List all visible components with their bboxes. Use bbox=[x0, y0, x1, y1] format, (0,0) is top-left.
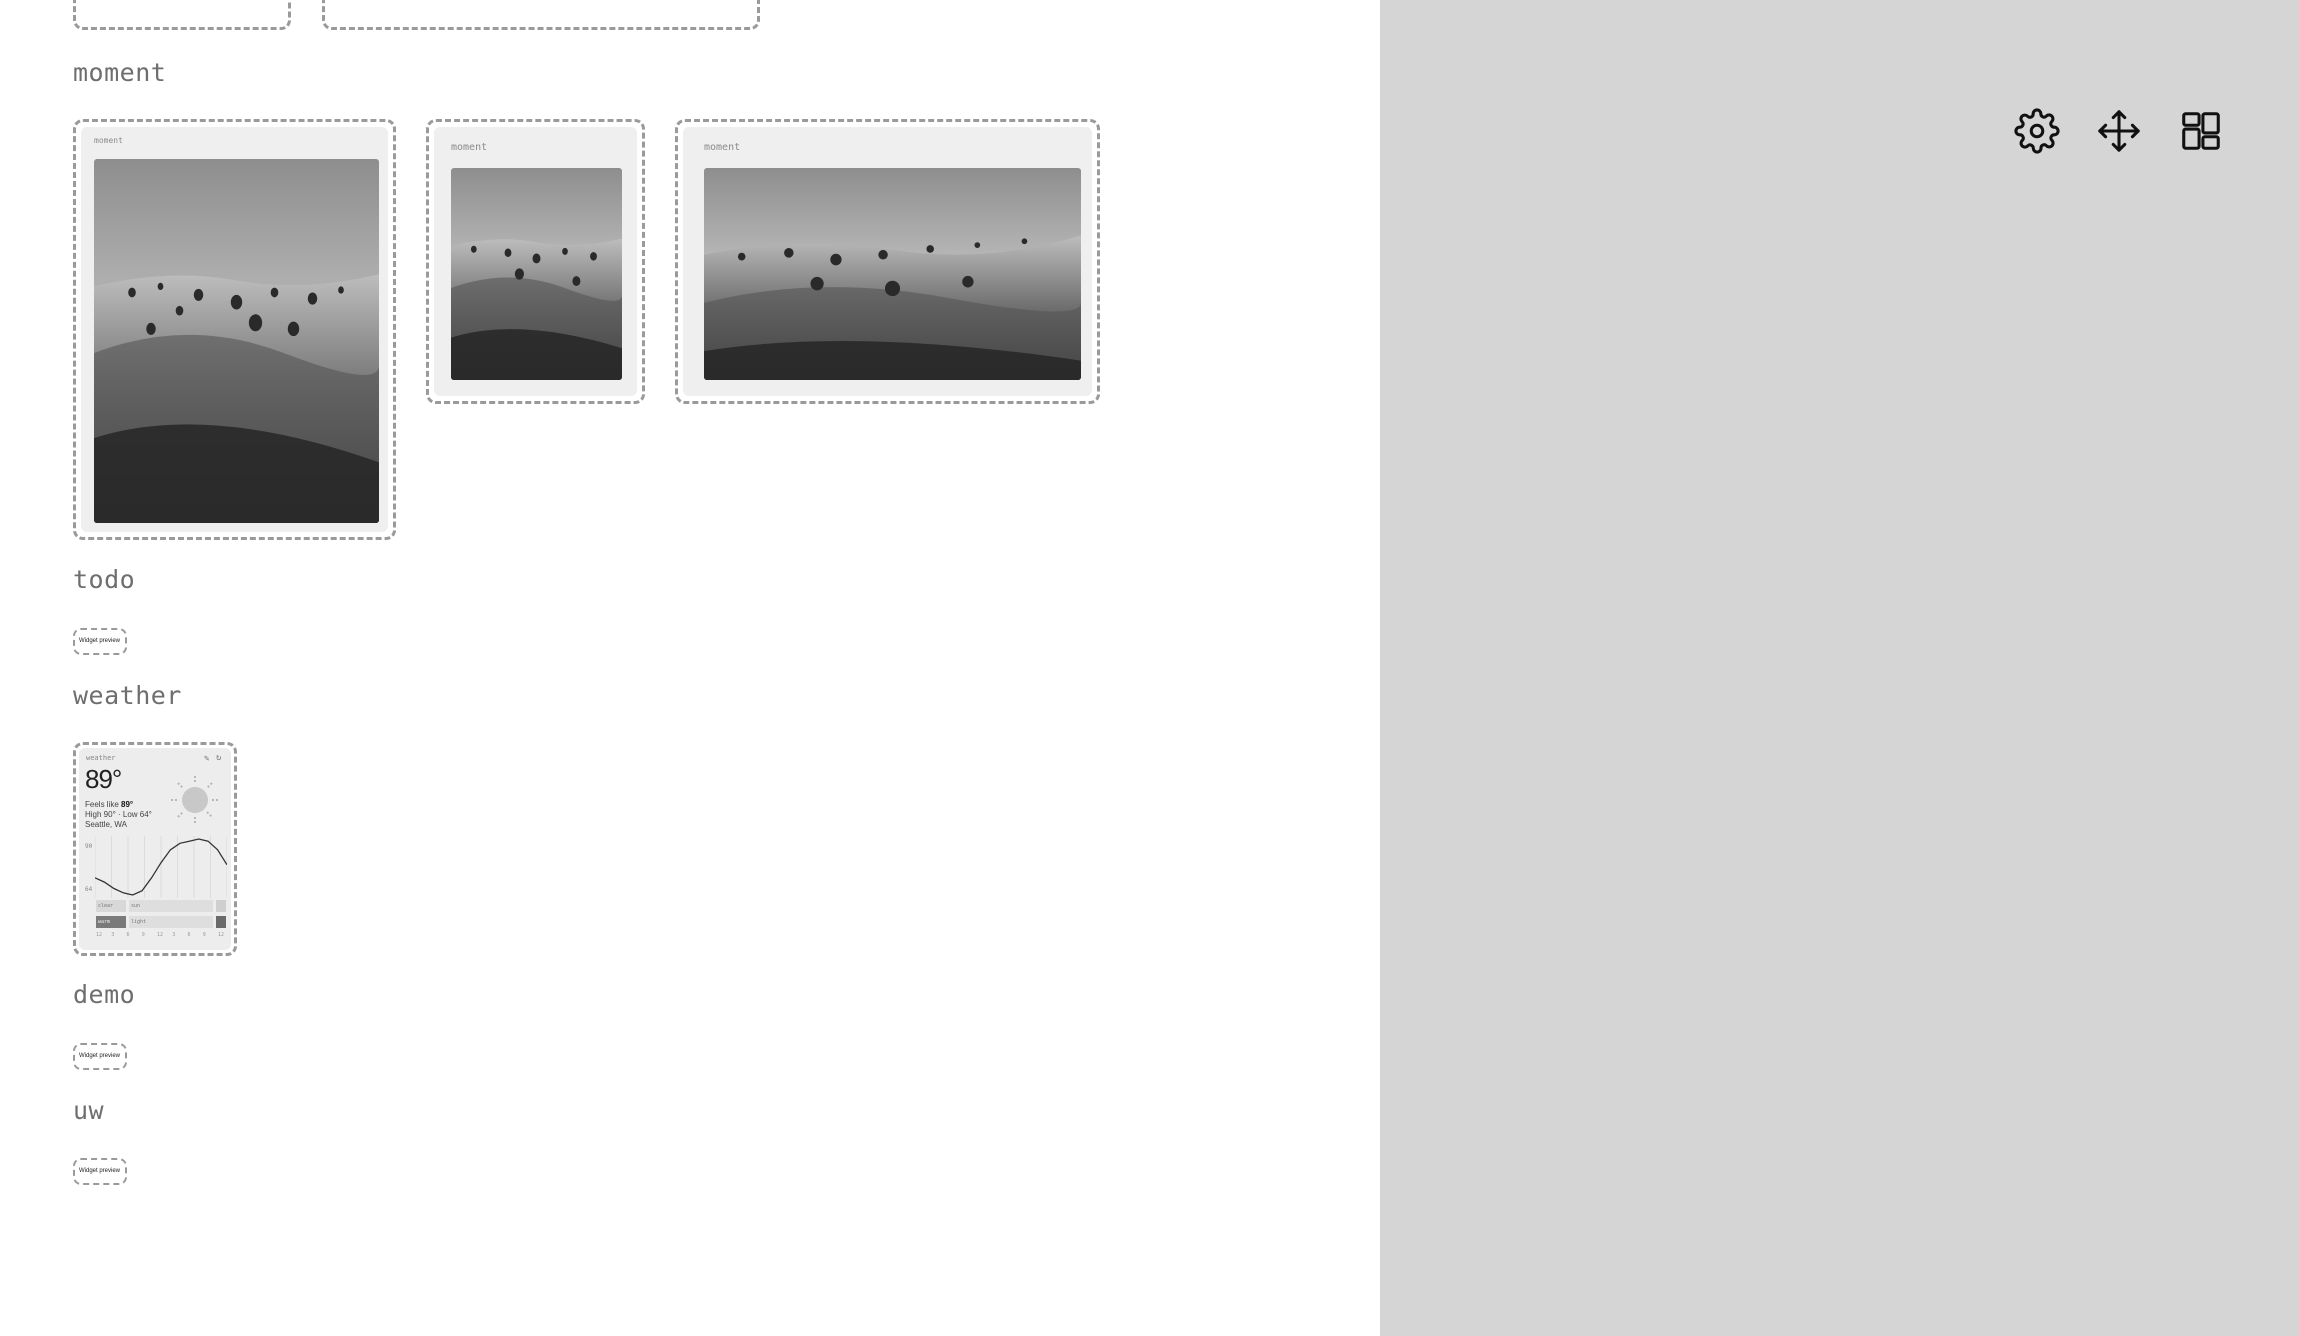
hour-tick-label: 9 bbox=[141, 932, 145, 938]
widget-preview-frame[interactable] bbox=[322, 0, 760, 30]
moment-widget-tall[interactable]: moment bbox=[73, 119, 396, 540]
moment-card: moment bbox=[434, 127, 637, 396]
section-label-weather: weather bbox=[73, 681, 182, 710]
condition-row-2: warm light bbox=[96, 916, 226, 928]
weather-card-label: weather bbox=[86, 754, 116, 762]
hour-tick-label: 9 bbox=[202, 932, 206, 938]
feels-like-value: 89° bbox=[121, 800, 134, 809]
widget-preview-label: Widget preview bbox=[79, 1053, 121, 1059]
uw-widget-preview[interactable]: Widget preview bbox=[73, 1158, 127, 1185]
edit-icon[interactable]: ✎ bbox=[204, 754, 209, 764]
location: Seattle, WA bbox=[85, 820, 127, 829]
gear-icon[interactable] bbox=[2014, 108, 2060, 154]
moment-card: moment bbox=[81, 127, 388, 532]
chart-low-tick: 64 bbox=[85, 886, 93, 893]
section-label-todo: todo bbox=[73, 565, 136, 594]
grassland-hills-photo bbox=[704, 168, 1081, 380]
widget-preview-label: Widget preview bbox=[79, 638, 121, 644]
moment-card: moment bbox=[683, 127, 1092, 396]
condition-chip bbox=[216, 900, 226, 912]
layout-grid-icon[interactable] bbox=[2178, 108, 2224, 154]
chart-high-tick: 90 bbox=[85, 843, 93, 850]
card-label: moment bbox=[704, 142, 741, 153]
hour-tick-label: 6 bbox=[187, 932, 191, 938]
condition-chip bbox=[216, 916, 226, 928]
temperature: 89° bbox=[85, 764, 122, 794]
widget-preview-frame[interactable] bbox=[73, 0, 291, 30]
hour-tick-label: 3 bbox=[172, 932, 176, 938]
move-arrows-icon[interactable] bbox=[2096, 108, 2142, 154]
condition-chip: clear bbox=[96, 900, 126, 912]
condition-chip: warm bbox=[96, 916, 126, 928]
hour-tick-label: 12 bbox=[96, 932, 103, 938]
condition-chip: sun bbox=[129, 900, 213, 912]
demo-widget-preview[interactable]: Widget preview bbox=[73, 1043, 127, 1070]
grassland-hills-photo bbox=[451, 168, 622, 380]
hour-tick-label: 6 bbox=[126, 932, 130, 938]
widget-gallery: moment moment moment moment todo Widget … bbox=[0, 0, 1380, 1336]
card-label: moment bbox=[451, 142, 488, 153]
hour-tick-label: 12 bbox=[218, 932, 225, 938]
weather-card: weather ✎ ↻ 89° Feels like 89° High 90° … bbox=[79, 748, 231, 950]
grassland-hills-photo bbox=[94, 159, 379, 523]
weather-widget[interactable]: weather ✎ ↻ 89° Feels like 89° High 90° … bbox=[73, 742, 237, 956]
moment-widget-small[interactable]: moment bbox=[426, 119, 645, 404]
section-label-moment: moment bbox=[73, 58, 167, 87]
feels-like-prefix: Feels like bbox=[85, 800, 119, 809]
condition-chip: light bbox=[129, 916, 213, 928]
todo-widget-preview[interactable]: Widget preview bbox=[73, 628, 127, 655]
section-label-demo: demo bbox=[73, 980, 136, 1009]
hour-tick-label: 12 bbox=[157, 932, 164, 938]
temperature-chart bbox=[95, 836, 227, 898]
condition-row-1: clear sun bbox=[96, 900, 226, 912]
widget-preview-label: Widget preview bbox=[79, 1168, 121, 1174]
sun-icon bbox=[169, 774, 221, 826]
section-label-uw: uw bbox=[73, 1096, 105, 1125]
high-low: High 90° · Low 64° bbox=[85, 810, 152, 819]
hour-tick-label: 3 bbox=[111, 932, 115, 938]
hour-ticks: 12 3 6 9 12 3 6 9 12 bbox=[96, 932, 226, 940]
canvas-panel bbox=[1380, 0, 2299, 1336]
card-label: moment bbox=[94, 136, 123, 145]
moment-widget-wide[interactable]: moment bbox=[675, 119, 1100, 404]
refresh-icon[interactable]: ↻ bbox=[216, 753, 221, 763]
feels-like: Feels like 89° bbox=[85, 800, 133, 809]
